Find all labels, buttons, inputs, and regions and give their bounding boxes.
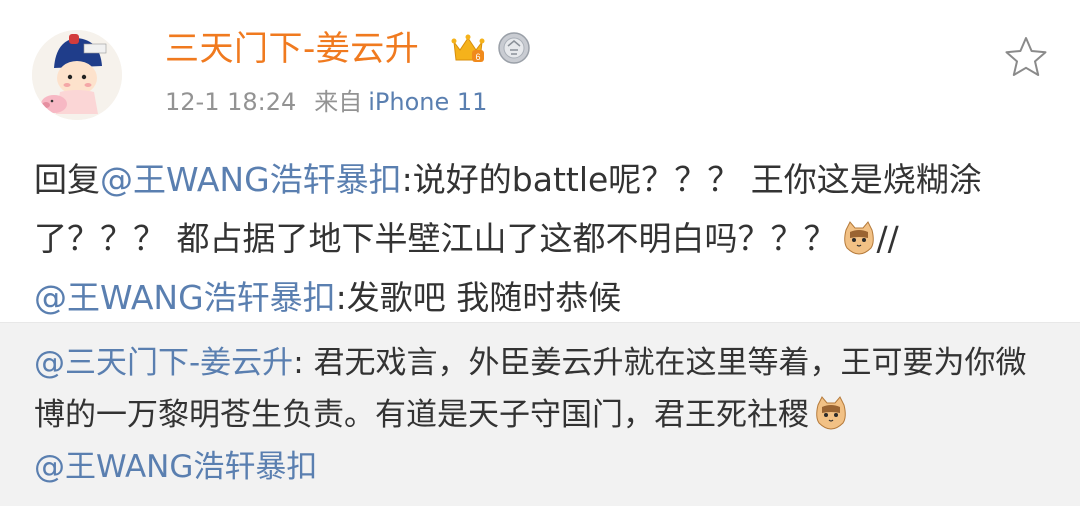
quoted-end-mention[interactable]: @王WANG浩轩暴扣: [34, 449, 317, 485]
user-name[interactable]: 三天门下-姜云升: [165, 24, 419, 74]
favorite-star-icon[interactable]: [1003, 34, 1049, 80]
quoted-text: @三天门下-姜云升: 君无戏言，外臣姜云升就在这里等着，王可要为你微博的一万黎明…: [34, 337, 1054, 493]
quoted-post[interactable]: @三天门下-姜云升: 君无戏言，外臣姜云升就在这里等着，王可要为你微博的一万黎明…: [0, 322, 1080, 506]
source-prefix: 来自: [314, 88, 363, 116]
source-device[interactable]: iPhone 11: [368, 88, 487, 116]
quoted-author-mention[interactable]: @三天门下-姜云升: [34, 345, 293, 381]
svg-text:6: 6: [475, 52, 480, 62]
reply-text-2: :发歌吧 我随时恭候: [335, 278, 622, 317]
post-header: 三天门下-姜云升 6 12-1 18:24 来自 iPhone 11: [0, 0, 1080, 140]
mention-link[interactable]: @王WANG浩轩暴扣: [34, 278, 336, 317]
crown-badge-icon[interactable]: 6: [450, 30, 486, 66]
timestamp: 12-1 18:24: [165, 88, 297, 116]
cartoon-avatar-icon: [32, 30, 122, 120]
cat-emoji-icon: [816, 396, 846, 430]
reply-prefix: 回复: [34, 160, 100, 199]
mention-link[interactable]: @王WANG浩轩暴扣: [100, 160, 402, 199]
medal-badge-icon[interactable]: [496, 30, 532, 66]
reply-separator: //: [876, 219, 899, 258]
post-meta: 12-1 18:24 来自 iPhone 11: [165, 84, 487, 120]
cat-emoji-icon: [843, 221, 874, 255]
reply-body: 回复@王WANG浩轩暴扣:说好的battle呢？？？ 王你这是烧糊涂了？？？ 都…: [34, 150, 1054, 327]
user-avatar[interactable]: [32, 30, 122, 120]
